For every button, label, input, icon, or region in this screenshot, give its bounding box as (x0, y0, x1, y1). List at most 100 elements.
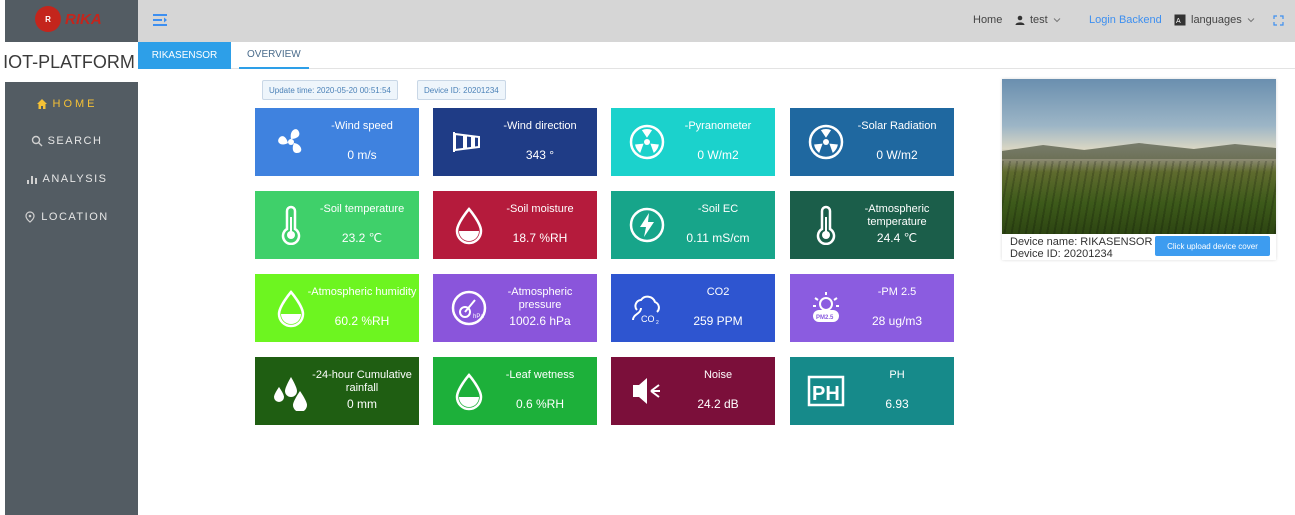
sensor-label: -PM 2.5 (877, 286, 917, 298)
sensor-label: -24-hour Cumulative rainfall (312, 369, 412, 394)
sensor-card-noise[interactable]: Noise 24.2 dB (611, 357, 775, 425)
sensor-value: 24.2 dB (697, 397, 739, 411)
sensor-card-wind-speed[interactable]: -Wind speed 0 m/s (255, 108, 419, 176)
sensor-card-solar-radiation[interactable]: -Solar Radiation 0 W/m2 (790, 108, 954, 176)
speaker-icon (633, 378, 660, 404)
tab-bar: RIKASENSOR OVERVIEW (138, 42, 1295, 69)
ph-icon: PH (807, 375, 845, 407)
user-name: test (1030, 14, 1048, 26)
sensor-label: -Atmospheric humidity (307, 286, 417, 298)
user-icon (1015, 15, 1025, 25)
nav-label-analysis: ANALYSIS (42, 173, 108, 185)
sensor-card-atmospheric-pressure[interactable]: hPa -Atmospheric pressure 1002.6 hPa (433, 274, 597, 342)
sensor-value: 343 ° (525, 148, 555, 162)
upload-cover-button[interactable]: Click upload device cover (1155, 236, 1270, 256)
nav-item-analysis[interactable]: ANALYSIS (0, 167, 133, 191)
sensor-label: -Atmospheric temperature (864, 203, 930, 228)
chevron-down-icon (1053, 18, 1061, 23)
bar-chart-icon (26, 176, 37, 184)
radiation-icon (808, 124, 844, 160)
login-backend-link[interactable]: Login Backend (1089, 14, 1162, 26)
sensor-value: 259 PPM (693, 314, 743, 328)
device-cover-panel: Device name: RIKASENSOR Device ID: 20201… (1002, 79, 1276, 260)
thermometer-icon (281, 205, 301, 245)
droplet-icon (455, 373, 483, 411)
sensor-value: 0.6 %RH (515, 397, 565, 411)
sensor-card-co2[interactable]: CO 2 CO2 259 PPM (611, 274, 775, 342)
windsock-icon (453, 132, 480, 152)
sensor-label: PH (889, 369, 905, 381)
svg-text:PH: PH (812, 383, 840, 405)
nav-label-search: SEARCH (47, 135, 103, 147)
location-pin-icon (25, 211, 35, 223)
sensor-card-atmospheric-humidity[interactable]: -Atmospheric humidity 60.2 %RH (255, 274, 419, 342)
menu-toggle-icon[interactable] (152, 12, 168, 28)
sensor-label: -Soil moisture (506, 203, 574, 215)
sensor-card-pyranometer[interactable]: -Pyranometer 0 W/m2 (611, 108, 775, 176)
sensor-label: -Soil temperature (319, 203, 405, 215)
svg-text:PM2.5: PM2.5 (816, 315, 834, 321)
droplet-icon (455, 207, 483, 245)
sensor-card-soil-moisture[interactable]: -Soil moisture 18.7 %RH (433, 191, 597, 259)
home-icon (36, 99, 47, 109)
sensor-card-atmospheric-temperature[interactable]: -Atmospheric temperature 24.4 ℃ (790, 191, 954, 259)
pressure-gauge-icon: hPa (451, 290, 487, 326)
sensor-card-leaf-wetness[interactable]: -Leaf wetness 0.6 %RH (433, 357, 597, 425)
sensor-label: CO2 (706, 286, 730, 298)
header-home-link[interactable]: Home (973, 14, 1002, 26)
sensor-card-pm25[interactable]: PM2.5 -PM 2.5 28 ug/m3 (790, 274, 954, 342)
logo: R RIKA (35, 6, 102, 32)
raindrops-icon (274, 377, 307, 411)
search-icon (31, 135, 43, 147)
logo-text: RIKA (65, 10, 102, 28)
translate-icon: A (1174, 14, 1186, 26)
sensor-card-wind-direction[interactable]: -Wind direction 343 ° (433, 108, 597, 176)
sensor-card-cumulative-rainfall[interactable]: -24-hour Cumulative rainfall 0 mm (255, 357, 419, 425)
svg-text:CO: CO (641, 314, 655, 324)
pm25-icon: PM2.5 (813, 292, 839, 322)
sensor-value: 0 mm (347, 397, 377, 411)
co2-cloud-icon: CO 2 (632, 295, 660, 326)
svg-text:hPa: hPa (473, 314, 484, 320)
thermometer-icon (816, 205, 836, 245)
nav-item-location[interactable]: LOCATION (0, 205, 133, 229)
sensor-value: 60.2 %RH (334, 314, 390, 328)
lightning-icon (629, 207, 665, 243)
device-cover-image (1002, 79, 1276, 234)
sensor-card-soil-ec[interactable]: -Soil EC 0.11 mS/cm (611, 191, 775, 259)
update-time-badge: Update time: 2020-05-20 00:51:54 (262, 80, 398, 100)
svg-text:A: A (1176, 18, 1181, 25)
nav-item-search[interactable]: SEARCH (0, 129, 133, 153)
chevron-down-icon (1247, 18, 1255, 23)
fan-icon (278, 129, 302, 153)
sensor-value: 23.2 ℃ (341, 231, 383, 245)
sensor-label: -Wind speed (331, 120, 393, 132)
crop-rows-shape (1002, 161, 1276, 234)
top-header: Home test Login Backend A languages (138, 0, 1295, 42)
tab-overview[interactable]: OVERVIEW (239, 42, 309, 69)
device-id-badge: Device ID: 20201234 (417, 80, 506, 100)
nav-label-location: LOCATION (41, 211, 109, 223)
sensor-value: 18.7 %RH (512, 231, 568, 245)
device-info: Device name: RIKASENSOR Device ID: 20201… (1010, 236, 1152, 260)
sensor-value: 0 W/m2 (876, 148, 918, 162)
sensor-label: -Leaf wetness (505, 369, 575, 381)
fullscreen-icon[interactable] (1273, 15, 1284, 26)
sensor-label: Noise (703, 369, 733, 381)
droplet-icon (277, 290, 305, 328)
sensor-label: -Atmospheric pressure (507, 286, 573, 311)
languages-menu[interactable]: A languages (1174, 14, 1255, 26)
nav-item-home[interactable]: HOME (0, 92, 133, 116)
user-menu[interactable]: test (1015, 14, 1061, 26)
sensor-card-soil-temperature[interactable]: -Soil temperature 23.2 ℃ (255, 191, 419, 259)
sensor-label: -Solar Radiation (857, 120, 937, 132)
nav-label-home: HOME (52, 98, 98, 110)
device-id-text: Device ID: 20201234 (1010, 248, 1113, 260)
sensor-label: -Wind direction (503, 120, 577, 132)
sensor-label: -Soil EC (697, 203, 739, 215)
languages-label: languages (1191, 14, 1242, 26)
tab-rikasensor[interactable]: RIKASENSOR (138, 42, 231, 69)
sensor-card-ph[interactable]: PH PH 6.93 (790, 357, 954, 425)
sensor-value: 28 ug/m3 (871, 314, 923, 328)
sensor-value: 24.4 ℃ (876, 231, 918, 245)
